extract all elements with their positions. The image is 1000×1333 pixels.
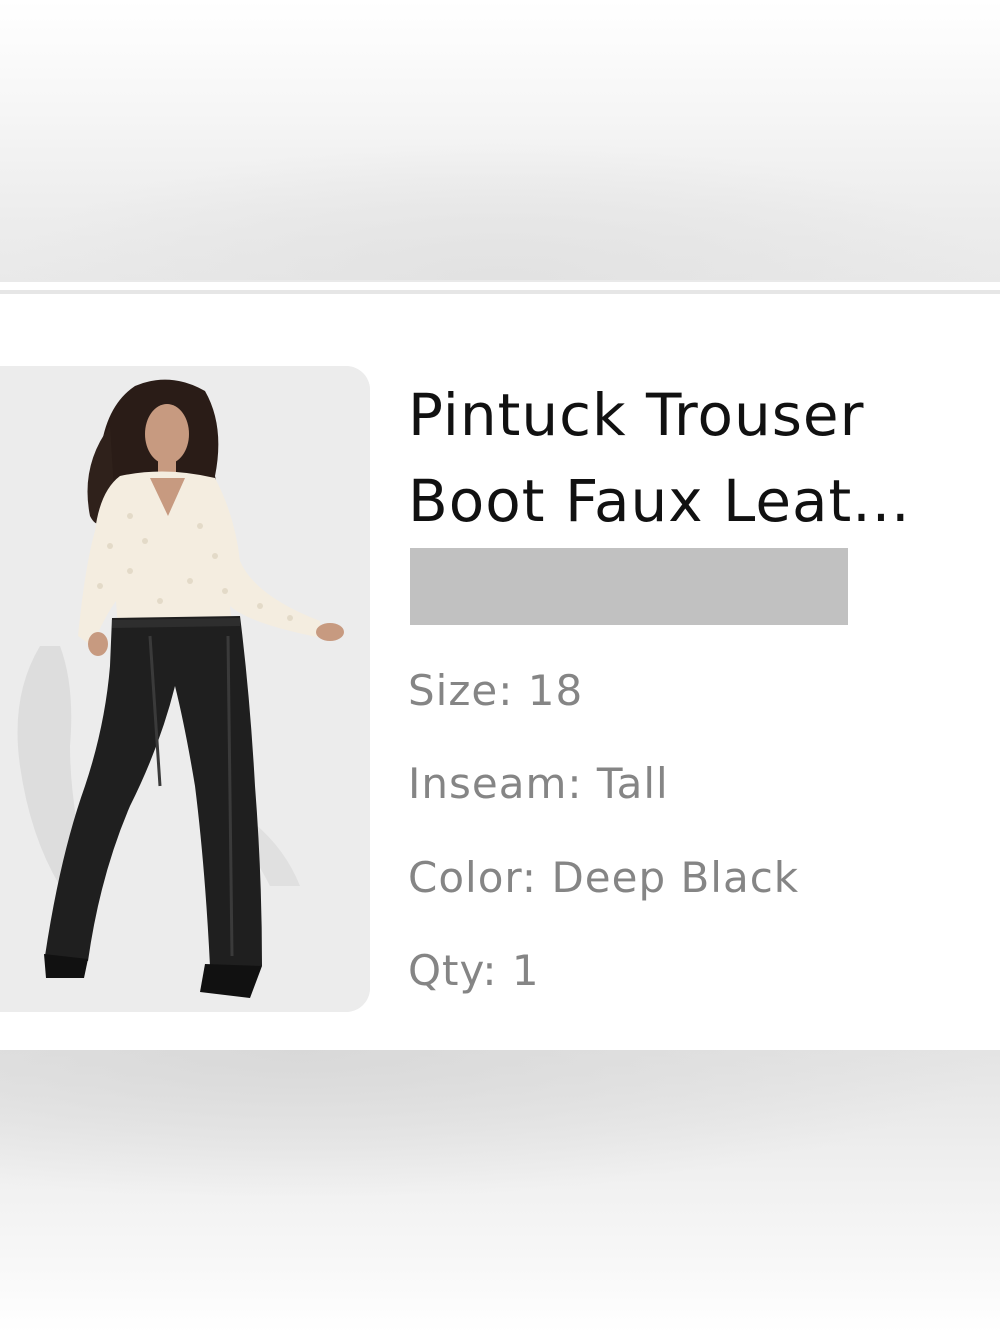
inseam-value: Tall [596, 759, 669, 808]
blurred-background-bottom [0, 1050, 1000, 1333]
product-photo-illustration [0, 366, 370, 1012]
quantity-attribute: Qty: 1 [408, 946, 540, 996]
order-item-screen: Pintuck Trouser Boot Faux Leat... Size: … [0, 0, 1000, 1333]
size-label: Size: [408, 666, 514, 715]
color-attribute: Color: Deep Black [408, 853, 799, 903]
product-title-line-2: Boot Faux Leat... [408, 467, 911, 535]
blurred-background-top [0, 0, 1000, 282]
product-image[interactable] [0, 366, 370, 1012]
size-value: 18 [527, 666, 584, 715]
product-title-line-1: Pintuck Trouser [408, 381, 865, 449]
color-value: Deep Black [551, 853, 800, 902]
redacted-price-block [410, 548, 848, 625]
inseam-label: Inseam: [408, 759, 583, 808]
color-label: Color: [408, 853, 538, 902]
product-title[interactable]: Pintuck Trouser Boot Faux Leat... [408, 372, 1000, 544]
inseam-attribute: Inseam: Tall [408, 759, 669, 809]
qty-value: 1 [511, 946, 540, 995]
qty-label: Qty: [408, 946, 498, 995]
size-attribute: Size: 18 [408, 666, 583, 716]
